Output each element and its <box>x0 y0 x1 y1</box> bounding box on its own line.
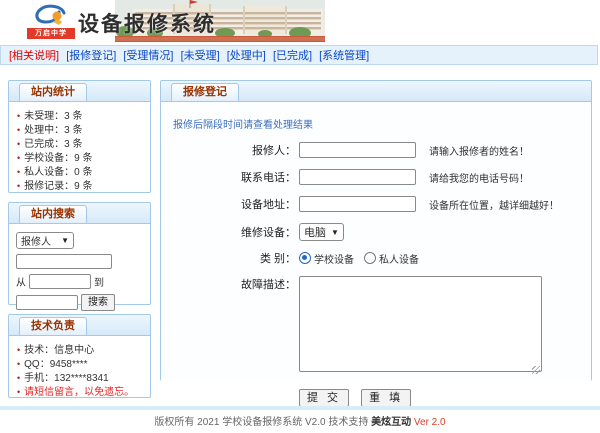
nav-item-system-admin[interactable]: [系统管理] <box>319 50 369 62</box>
form-row-category: 类 别： 学校设备 私人设备 <box>161 250 591 266</box>
category-label: 类 别： <box>161 250 299 266</box>
form-row-location: 设备地址： 设备所在位置，越详细越好！ <box>161 196 591 212</box>
site-stats-panel: 站内统计 •未受理：3 条 •处理中：3 条 •已完成：3 条 •学校设备：9 … <box>8 80 151 193</box>
school-name-banner: 万启中学 <box>27 28 75 39</box>
location-hint: 设备所在位置，越详细越好！ <box>429 197 559 212</box>
bullet-icon: • <box>17 125 20 135</box>
radio-private-label: 私人设备 <box>379 251 419 266</box>
repair-form: 报修人： 请输入报修者的姓名！ 联系电话： 请给我您的电话号码！ 设备地址： 设… <box>161 142 591 407</box>
bullet-icon: • <box>17 167 20 177</box>
site-search-panel: 站内搜索 报修人 ▼ 从 到 搜索 <box>8 202 151 305</box>
nav-item-repair-register[interactable]: [报修登记] <box>66 50 116 62</box>
category-option-private: 私人设备 <box>364 251 419 266</box>
radio-school-device[interactable] <box>299 252 311 264</box>
bullet-icon: • <box>17 373 20 383</box>
nav-item-completed[interactable]: [已完成] <box>273 50 312 62</box>
device-label: 维修设备： <box>161 224 299 240</box>
bullet-icon: • <box>17 139 20 149</box>
radio-school-label: 学校设备 <box>314 251 354 266</box>
site-search-title: 站内搜索 <box>19 205 87 223</box>
tech-support-header: 技术负责 <box>9 315 150 336</box>
footer: 版权所有 2021 学校设备报修系统 V2.0 技术支持 美炫互动 Ver 2.… <box>0 413 600 428</box>
tech-support-title: 技术负责 <box>19 317 87 335</box>
stat-school-devices: •学校设备：9 条 <box>17 151 146 165</box>
tech-support-panel: 技术负责 •技术：信息中心 •QQ：9458**** •手机：132****83… <box>8 314 151 398</box>
search-field-select[interactable]: 报修人 ▼ <box>16 232 74 249</box>
stat-in-progress: •处理中：3 条 <box>17 123 146 137</box>
phone-input[interactable] <box>299 169 416 185</box>
nav-item-acceptance-status[interactable]: [受理情况] <box>123 50 173 62</box>
copyright-text: 版权所有 2021 学校设备报修系统 V2.0 技术支持 <box>154 417 368 428</box>
location-label: 设备地址： <box>161 196 299 212</box>
main-nav: [相关说明] [报修登记] [受理情况] [未受理] [处理中] [已完成] [… <box>0 45 598 65</box>
school-logo: 万启中学 <box>26 3 76 39</box>
phone-label: 联系电话： <box>161 169 299 185</box>
category-option-school: 学校设备 <box>299 251 354 266</box>
tech-contact: •技术：信息中心 <box>17 343 146 357</box>
search-to-label: 到 <box>94 274 104 289</box>
description-label: 故障描述： <box>161 276 299 292</box>
stat-private-devices: •私人设备：0 条 <box>17 165 146 179</box>
footer-divider <box>0 406 600 410</box>
reporter-hint: 请输入报修者的姓名！ <box>429 143 529 158</box>
form-buttons: 提 交 重 填 <box>299 389 591 407</box>
chevron-down-icon: ▼ <box>331 228 339 237</box>
search-from-label: 从 <box>16 274 26 289</box>
site-stats-title: 站内统计 <box>19 83 87 101</box>
search-date-from-input[interactable] <box>29 274 91 289</box>
nav-item-unaccepted[interactable]: [未受理] <box>181 50 220 62</box>
bullet-icon: • <box>17 181 20 191</box>
form-row-phone: 联系电话： 请给我您的电话号码！ <box>161 169 591 185</box>
site-stats-header: 站内统计 <box>9 81 150 102</box>
nav-item-instructions[interactable]: [相关说明] <box>9 50 59 62</box>
phone-hint: 请给我您的电话号码！ <box>429 170 529 185</box>
reporter-input[interactable] <box>299 142 416 158</box>
stat-completed: •已完成：3 条 <box>17 137 146 151</box>
bullet-icon: • <box>17 387 20 397</box>
bullet-icon: • <box>17 111 20 121</box>
version-text: Ver 2.0 <box>414 417 446 428</box>
repair-register-tab: 报修登记 <box>171 83 239 101</box>
tech-phone: •手机：132****8341 <box>17 371 146 385</box>
process-note: 报修后隔段时间请查看处理结果 <box>173 116 313 131</box>
page-title: 设备报修系统 <box>78 8 216 38</box>
logo-swoosh-icon <box>26 3 76 29</box>
repair-register-panel: 报修登记 报修后隔段时间请查看处理结果 报修人： 请输入报修者的姓名！ 联系电话… <box>160 80 592 381</box>
form-row-device: 维修设备： 电脑 ▼ <box>161 223 591 241</box>
tech-warning: •请短信留言，以免遗忘。 <box>17 385 146 399</box>
stat-unaccepted: •未受理：3 条 <box>17 109 146 123</box>
bullet-icon: • <box>17 153 20 163</box>
form-row-reporter: 报修人： 请输入报修者的姓名！ <box>161 142 591 158</box>
bullet-icon: • <box>17 345 20 355</box>
bullet-icon: • <box>17 359 20 369</box>
form-row-description: 故障描述： <box>161 276 591 377</box>
tech-qq: •QQ：9458**** <box>17 357 146 371</box>
submit-button[interactable]: 提 交 <box>299 389 349 407</box>
vendor-name: 美炫互动 <box>371 417 411 428</box>
fault-description-textarea[interactable] <box>299 276 542 372</box>
device-select[interactable]: 电脑 ▼ <box>299 223 344 241</box>
search-button[interactable]: 搜索 <box>81 294 115 311</box>
radio-private-device[interactable] <box>364 252 376 264</box>
search-keyword-input[interactable] <box>16 254 112 269</box>
search-date-to-input[interactable] <box>16 295 78 310</box>
repair-register-header: 报修登记 <box>161 81 591 102</box>
chevron-down-icon: ▼ <box>61 236 69 245</box>
reporter-label: 报修人： <box>161 142 299 158</box>
header: 万启中学 设备报修系统 <box>0 0 600 42</box>
reset-button[interactable]: 重 填 <box>361 389 411 407</box>
location-input[interactable] <box>299 196 416 212</box>
stat-repair-records: •报修记录：9 条 <box>17 179 146 193</box>
nav-item-in-progress[interactable]: [处理中] <box>227 50 266 62</box>
site-search-header: 站内搜索 <box>9 203 150 224</box>
